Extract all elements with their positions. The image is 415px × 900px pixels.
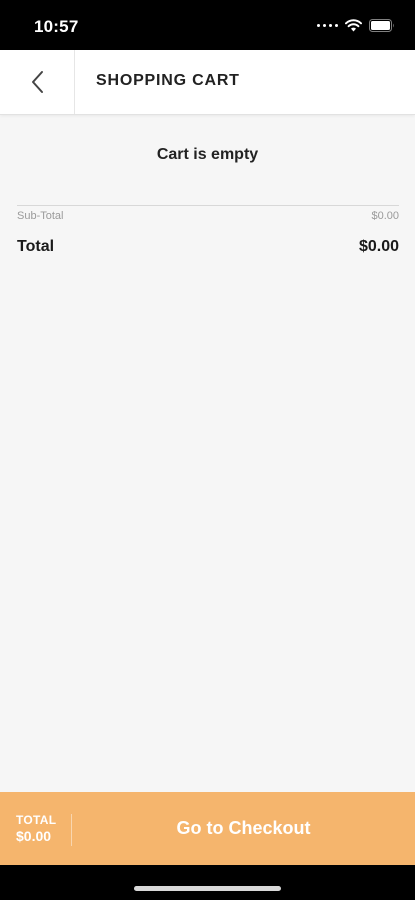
page-title: SHOPPING CART: [96, 72, 240, 89]
battery-icon: [369, 19, 394, 32]
signal-icon: [317, 24, 338, 27]
checkout-bar: TOTAL $0.00 Go to Checkout: [0, 792, 415, 865]
status-icons: [317, 19, 395, 32]
home-indicator-area: [0, 865, 415, 900]
status-time: 10:57: [34, 17, 79, 36]
status-bar: 10:57: [0, 0, 415, 50]
chevron-left-icon: [32, 71, 43, 93]
screen: 10:57 SHOPPING CART Cart is empty Sub-To…: [0, 0, 415, 900]
subtotal-row: Sub-Total $0.00: [17, 210, 399, 222]
header: SHOPPING CART: [0, 50, 415, 115]
subtotal-value: $0.00: [371, 210, 399, 222]
footer-total-label: TOTAL: [16, 813, 57, 827]
total-label: Total: [17, 238, 55, 255]
empty-cart-message: Cart is empty: [156, 146, 259, 163]
back-button[interactable]: [0, 50, 75, 114]
total-value: $0.00: [358, 238, 399, 255]
total-row: Total $0.00: [17, 238, 399, 256]
footer-total-amount: $0.00: [16, 828, 52, 844]
subtotal-label: Sub-Total: [17, 210, 64, 222]
wifi-icon: [345, 19, 362, 32]
checkout-button[interactable]: Go to Checkout: [72, 792, 415, 865]
divider: [17, 205, 399, 206]
home-indicator[interactable]: [134, 886, 281, 891]
